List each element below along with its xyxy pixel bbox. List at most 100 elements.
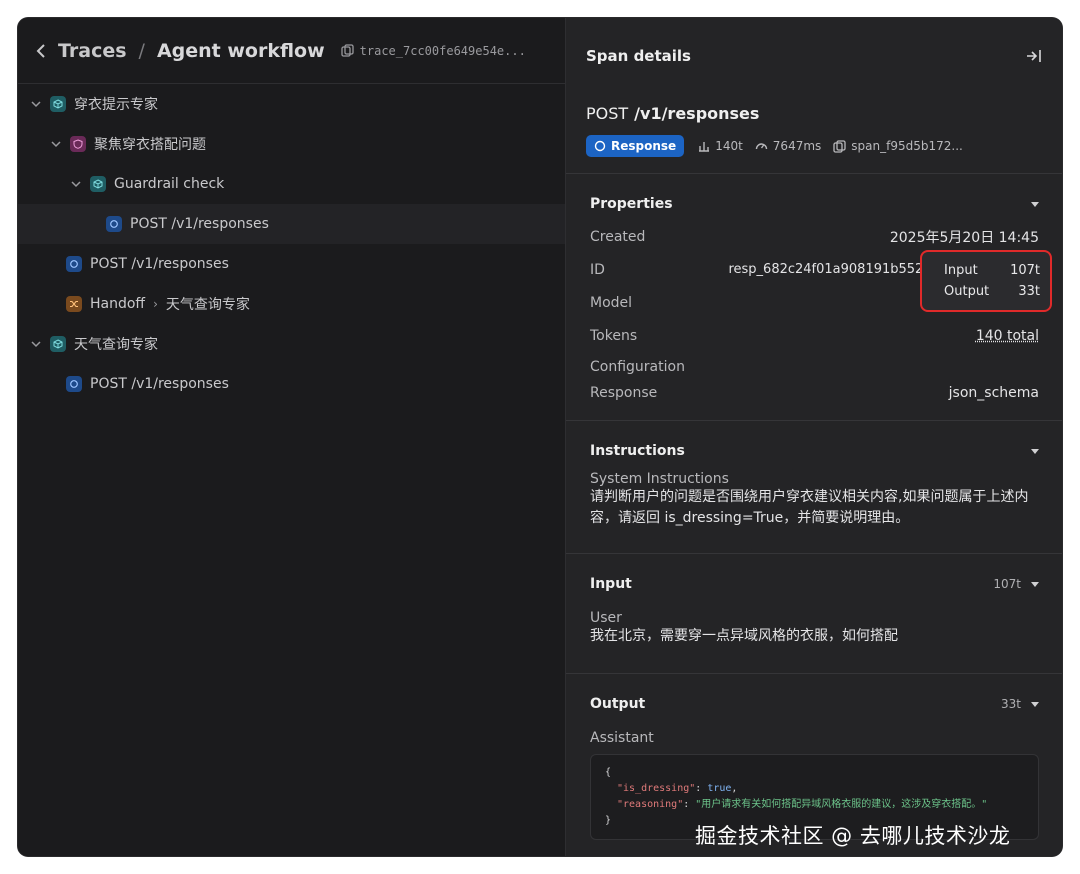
tooltip-label: Output	[944, 284, 990, 299]
tree-row-guardrail[interactable]: 聚焦穿衣搭配问题	[18, 124, 565, 164]
tree-row-response-weather[interactable]: POST /v1/responses	[18, 364, 565, 404]
instructions-text: 请判断用户的问题是否围绕用户穿衣建议相关内容,如果问题属于上述内容，请返回 is…	[590, 489, 1029, 526]
response-badge: Response	[586, 135, 685, 157]
trace-id-copy[interactable]: trace_7cc00fe649e54e...	[341, 44, 526, 58]
response-icon	[106, 216, 122, 232]
input-role: User	[590, 610, 622, 626]
prop-label: Created	[590, 228, 646, 245]
section-title: Instructions	[590, 443, 685, 459]
code-line: "is_dressing": true,	[617, 783, 738, 794]
breadcrumb-separator: /	[138, 39, 145, 62]
tree-row-agent-weather[interactable]: 天气查询专家	[18, 324, 565, 364]
request-path: /v1/responses	[634, 104, 760, 123]
chevron-down-icon[interactable]	[1031, 201, 1039, 207]
response-icon	[594, 140, 606, 152]
shuffle-icon	[66, 296, 82, 312]
tokens-tooltip: Input 107t Output 33t	[920, 250, 1052, 312]
bar-chart-icon	[699, 142, 710, 152]
prop-value: json_schema	[948, 385, 1039, 401]
chevron-down-icon[interactable]	[30, 338, 42, 350]
tree-row-response-selected[interactable]: POST /v1/responses	[18, 204, 565, 244]
tree-row-agent-dressing[interactable]: 穿衣提示专家	[18, 84, 565, 124]
tooltip-input-row: Input 107t	[944, 260, 1040, 281]
prop-value: 2025年5月20日 14:45	[889, 229, 1039, 246]
tooltip-output-row: Output 33t	[944, 281, 1040, 302]
response-icon	[66, 256, 82, 272]
prop-tokens: Tokens 140 total	[590, 319, 1039, 352]
span-id-copy[interactable]: span_f95d5b172...	[833, 139, 963, 153]
tooltip-label: Input	[944, 263, 978, 278]
chevron-down-icon[interactable]	[50, 138, 62, 150]
tooltip-value: 33t	[1018, 284, 1040, 299]
chevron-down-icon[interactable]	[1031, 701, 1039, 707]
cube-icon	[90, 176, 106, 192]
section-title: Output	[590, 696, 646, 712]
request-line: POST/v1/responses	[586, 104, 1042, 123]
duration-text: 7647ms	[772, 139, 822, 153]
cube-icon	[50, 336, 66, 352]
prop-configuration: Configuration	[590, 352, 1039, 382]
span-id-text: span_f95d5b172...	[851, 139, 963, 153]
token-count-text: 107t	[993, 577, 1021, 591]
chevron-left-icon[interactable]	[34, 43, 48, 58]
prop-label: Model	[590, 294, 633, 311]
shield-icon	[70, 136, 86, 152]
tree-row-label: POST /v1/responses	[130, 216, 269, 232]
token-count: 140t	[698, 139, 743, 153]
tree-row-label: Handoff	[90, 296, 146, 312]
tree-row-label: 天气查询专家	[74, 337, 158, 353]
input-token-count: 107t	[993, 577, 1039, 591]
output-role: Assistant	[590, 730, 654, 746]
code-key: "is_dressing"	[617, 783, 696, 794]
tree-row-label: Guardrail check	[114, 176, 225, 192]
tree-row-label: 聚焦穿衣搭配问题	[94, 137, 206, 153]
section-title: Input	[590, 576, 632, 592]
response-icon	[66, 376, 82, 392]
code-line: {	[605, 767, 612, 778]
panel-title: Span details	[586, 47, 691, 65]
tree-row-guardrail-check[interactable]: Guardrail check	[18, 164, 565, 204]
breadcrumb: Traces / Agent workflow trace_7cc00fe649…	[18, 18, 565, 84]
prop-label: Tokens	[590, 327, 638, 344]
code-key: "reasoning"	[617, 799, 684, 810]
tree-row-handoff[interactable]: Handoff › 天气查询专家	[18, 284, 565, 324]
request-summary: POST/v1/responses Response 140t 7647ms s…	[566, 104, 1062, 157]
chevron-down-icon[interactable]	[1031, 581, 1039, 587]
token-count-text: 140t	[715, 139, 743, 153]
code-line: "reasoning": "用户请求有关如何搭配异域风格衣服的建议，这涉及穿衣搭…	[617, 799, 988, 810]
input-text: 我在北京，需要穿一点异域风格的衣服，如何搭配	[590, 628, 898, 644]
output-header[interactable]: Output 33t	[590, 674, 1039, 734]
gauge-icon	[755, 143, 767, 150]
tree-row-response[interactable]: POST /v1/responses	[18, 244, 565, 284]
code-value: "用户请求有关如何搭配异域风格衣服的建议，这涉及穿衣搭配。"	[695, 799, 988, 810]
request-method: POST	[586, 104, 629, 123]
prop-label: Response	[590, 385, 658, 401]
tree-row-label: 穿衣提示专家	[74, 97, 158, 113]
chevron-down-icon[interactable]	[1031, 448, 1039, 454]
panel-header: Span details	[566, 18, 1062, 94]
prop-value[interactable]: 140 total	[976, 328, 1039, 344]
token-count-text: 33t	[1001, 697, 1021, 711]
collapse-panel-icon[interactable]	[1026, 49, 1042, 63]
request-badges: Response 140t 7647ms span_f95d5b172...	[586, 135, 1042, 157]
copy-icon	[833, 139, 846, 153]
chevron-down-icon[interactable]	[30, 98, 42, 110]
instructions-subtitle: System Instructions	[590, 471, 729, 487]
span-tree: 穿衣提示专家 聚焦穿衣搭配问题 Guardrail check POST /v1…	[18, 84, 565, 404]
input-header[interactable]: Input 107t	[590, 554, 1039, 614]
chevron-down-icon[interactable]	[70, 178, 82, 190]
tree-row-label: POST /v1/responses	[90, 256, 229, 272]
prop-response: Response json_schema	[590, 382, 1039, 404]
app-window: Traces / Agent workflow trace_7cc00fe649…	[18, 18, 1062, 856]
prop-label: ID	[590, 261, 605, 278]
tooltip-value: 107t	[1010, 263, 1040, 278]
breadcrumb-traces-link[interactable]: Traces	[58, 40, 127, 62]
prop-created: Created 2025年5月20日 14:45	[590, 220, 1039, 253]
span-details-panel: Span details POST/v1/responses Response …	[565, 18, 1062, 856]
trace-id-text: trace_7cc00fe649e54e...	[359, 43, 526, 58]
input-section: Input 107t User 我在北京，需要穿一点异域风格的衣服，如何搭配	[566, 553, 1062, 673]
tree-row-label: POST /v1/responses	[90, 376, 229, 392]
watermark: 掘金技术社区 @ 去哪儿技术沙龙	[695, 824, 1011, 848]
handoff-arrow: ›	[153, 297, 158, 311]
code-value: true	[707, 783, 732, 794]
